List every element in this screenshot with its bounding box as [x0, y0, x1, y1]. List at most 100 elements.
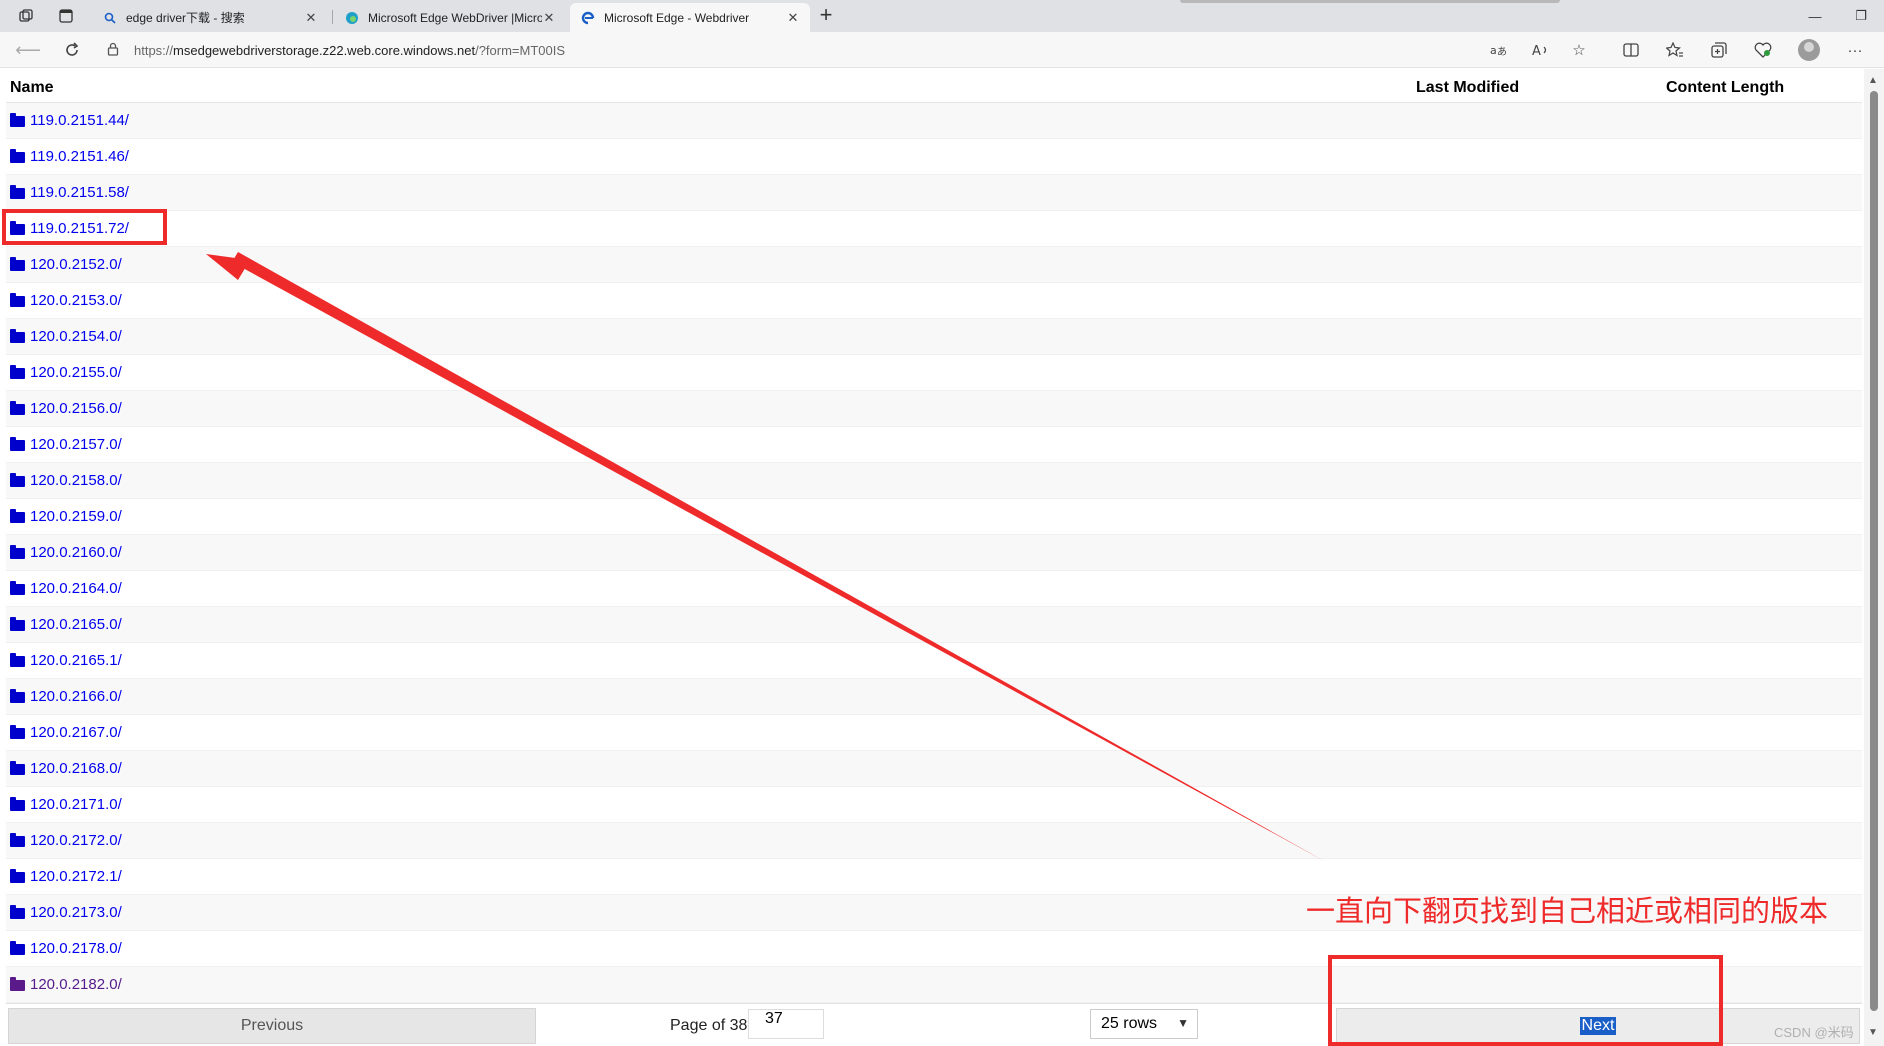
column-header-last-modified[interactable]: Last Modified [1416, 79, 1519, 97]
translate-icon[interactable]: aあ [1488, 39, 1510, 61]
folder-link[interactable]: 120.0.2154.0/ [30, 328, 122, 345]
folder-link[interactable]: 120.0.2153.0/ [30, 292, 122, 309]
folder-link[interactable]: 120.0.2152.0/ [30, 256, 122, 273]
annotation-text: 一直向下翻页找到自己相近或相同的版本 [1306, 896, 1829, 928]
folder-link[interactable]: 120.0.2173.0/ [30, 904, 122, 921]
address-bar[interactable]: https://msedgewebdriverstorage.z22.web.c… [104, 36, 1504, 64]
folder-link[interactable]: 119.0.2151.58/ [30, 184, 129, 201]
folder-icon [10, 293, 25, 307]
chevron-down-icon: ▼ [1177, 1016, 1189, 1030]
tab-separator [332, 10, 333, 24]
tab-actions-icon[interactable] [56, 6, 76, 26]
folder-link[interactable]: 120.0.2164.0/ [30, 580, 122, 597]
folder-icon [10, 545, 25, 559]
folder-icon [10, 365, 25, 379]
folder-link[interactable]: 120.0.2168.0/ [30, 760, 122, 777]
watermark: CSDN @米码 [1774, 1025, 1854, 1040]
table-row: 120.0.2158.0/ [6, 463, 1862, 499]
folder-link[interactable]: 120.0.2160.0/ [30, 544, 122, 561]
tab-search[interactable]: edge driver下载 - 搜索 ✕ [92, 3, 328, 32]
browser-essentials-icon[interactable] [1752, 39, 1774, 61]
folder-link[interactable]: 120.0.2157.0/ [30, 436, 122, 453]
table-row: 120.0.2171.0/ [6, 787, 1862, 823]
split-screen-icon[interactable] [1620, 39, 1642, 61]
restore-button[interactable]: ❐ [1838, 0, 1884, 32]
folder-link[interactable]: 120.0.2155.0/ [30, 364, 122, 381]
folder-link[interactable]: 119.0.2151.46/ [30, 148, 129, 165]
table-row: 120.0.2172.0/ [6, 823, 1862, 859]
edge-icon [580, 10, 596, 26]
table-row: 120.0.2159.0/ [6, 499, 1862, 535]
new-tab-button[interactable]: + [814, 4, 838, 27]
directory-list: 119.0.2151.44/119.0.2151.46/119.0.2151.5… [6, 103, 1862, 1003]
folder-link[interactable]: 120.0.2172.0/ [30, 832, 122, 849]
url-prefix: https:// [134, 42, 174, 58]
table-row: 120.0.2156.0/ [6, 391, 1862, 427]
refresh-button[interactable] [60, 38, 84, 62]
folder-icon [10, 509, 25, 523]
folder-icon [10, 617, 25, 631]
folder-icon [10, 257, 25, 271]
lock-icon[interactable] [104, 42, 122, 59]
folder-link[interactable]: 120.0.2165.0/ [30, 616, 122, 633]
folder-link[interactable]: 120.0.2172.1/ [30, 868, 122, 885]
browser-toolbar: ⟵ https://msedgewebdriverstorage.z22.web… [0, 32, 1884, 68]
folder-link[interactable]: 120.0.2159.0/ [30, 508, 122, 525]
folder-icon [10, 653, 25, 667]
scroll-down-icon[interactable]: ▼ [1868, 1027, 1878, 1038]
close-icon[interactable]: ✕ [542, 10, 556, 26]
folder-link[interactable]: 120.0.2158.0/ [30, 472, 122, 489]
folder-link[interactable]: 120.0.2167.0/ [30, 724, 122, 741]
folder-link[interactable]: 120.0.2178.0/ [30, 940, 122, 957]
scroll-up-icon[interactable]: ▲ [1868, 75, 1878, 86]
column-header-content-length[interactable]: Content Length [1666, 79, 1784, 97]
search-icon [102, 10, 118, 26]
table-row: 120.0.2168.0/ [6, 751, 1862, 787]
table-row: 120.0.2155.0/ [6, 355, 1862, 391]
table-row: 120.0.2165.1/ [6, 643, 1862, 679]
annotation-highlight-version [2, 209, 167, 245]
tab-webdriver-docs[interactable]: Microsoft Edge WebDriver |Micro ✕ [334, 3, 566, 32]
close-icon[interactable]: ✕ [786, 10, 800, 26]
table-row: 119.0.2151.72/ [6, 211, 1862, 247]
rows-per-page-select[interactable]: 25 rows ▼ [1090, 1009, 1198, 1039]
tab-webdriver-storage[interactable]: Microsoft Edge - Webdriver ✕ [570, 3, 810, 32]
close-icon[interactable]: ✕ [304, 10, 318, 26]
table-row: 120.0.2165.0/ [6, 607, 1862, 643]
window-shadow [1180, 0, 1560, 3]
folder-link[interactable]: 120.0.2171.0/ [30, 796, 122, 813]
page-scrollbar[interactable]: ▲ ▼ [1864, 69, 1884, 1046]
column-header-name[interactable]: Name [10, 79, 54, 97]
folder-icon [10, 977, 25, 991]
page-number-input[interactable]: 37 [748, 1009, 824, 1039]
favorite-star-icon[interactable]: ☆ [1568, 39, 1590, 61]
folder-link[interactable]: 120.0.2166.0/ [30, 688, 122, 705]
folder-link[interactable]: 119.0.2151.44/ [30, 112, 129, 129]
svg-text:あ: あ [1497, 46, 1507, 57]
tab-bar: edge driver下载 - 搜索 ✕ Microsoft Edge WebD… [0, 0, 1884, 32]
profile-avatar[interactable] [1798, 39, 1820, 61]
table-row: 120.0.2166.0/ [6, 679, 1862, 715]
workspaces-icon[interactable] [16, 6, 36, 26]
back-button[interactable]: ⟵ [15, 38, 41, 62]
svg-text:A: A [1532, 44, 1541, 58]
read-aloud-icon[interactable]: A [1530, 39, 1552, 61]
minimize-button[interactable]: — [1792, 0, 1838, 32]
favorites-icon[interactable] [1664, 39, 1686, 61]
table-row: 120.0.2154.0/ [6, 319, 1862, 355]
table-row: 120.0.2160.0/ [6, 535, 1862, 571]
folder-link[interactable]: 120.0.2156.0/ [30, 400, 122, 417]
collections-icon[interactable] [1708, 39, 1730, 61]
tab-title: Microsoft Edge WebDriver |Micro [368, 10, 542, 25]
table-row: 120.0.2164.0/ [6, 571, 1862, 607]
page-label: Page of 38 [670, 1017, 748, 1034]
edge-icon [344, 10, 360, 26]
table-row: 120.0.2153.0/ [6, 283, 1862, 319]
folder-link[interactable]: 120.0.2182.0/ [30, 976, 122, 993]
more-options-icon[interactable]: ··· [1844, 39, 1866, 61]
annotation-highlight-next [1328, 955, 1723, 1046]
scroll-thumb[interactable] [1870, 91, 1878, 1011]
folder-link[interactable]: 120.0.2165.1/ [30, 652, 122, 669]
previous-button[interactable]: Previous [8, 1008, 536, 1044]
folder-icon [10, 833, 25, 847]
